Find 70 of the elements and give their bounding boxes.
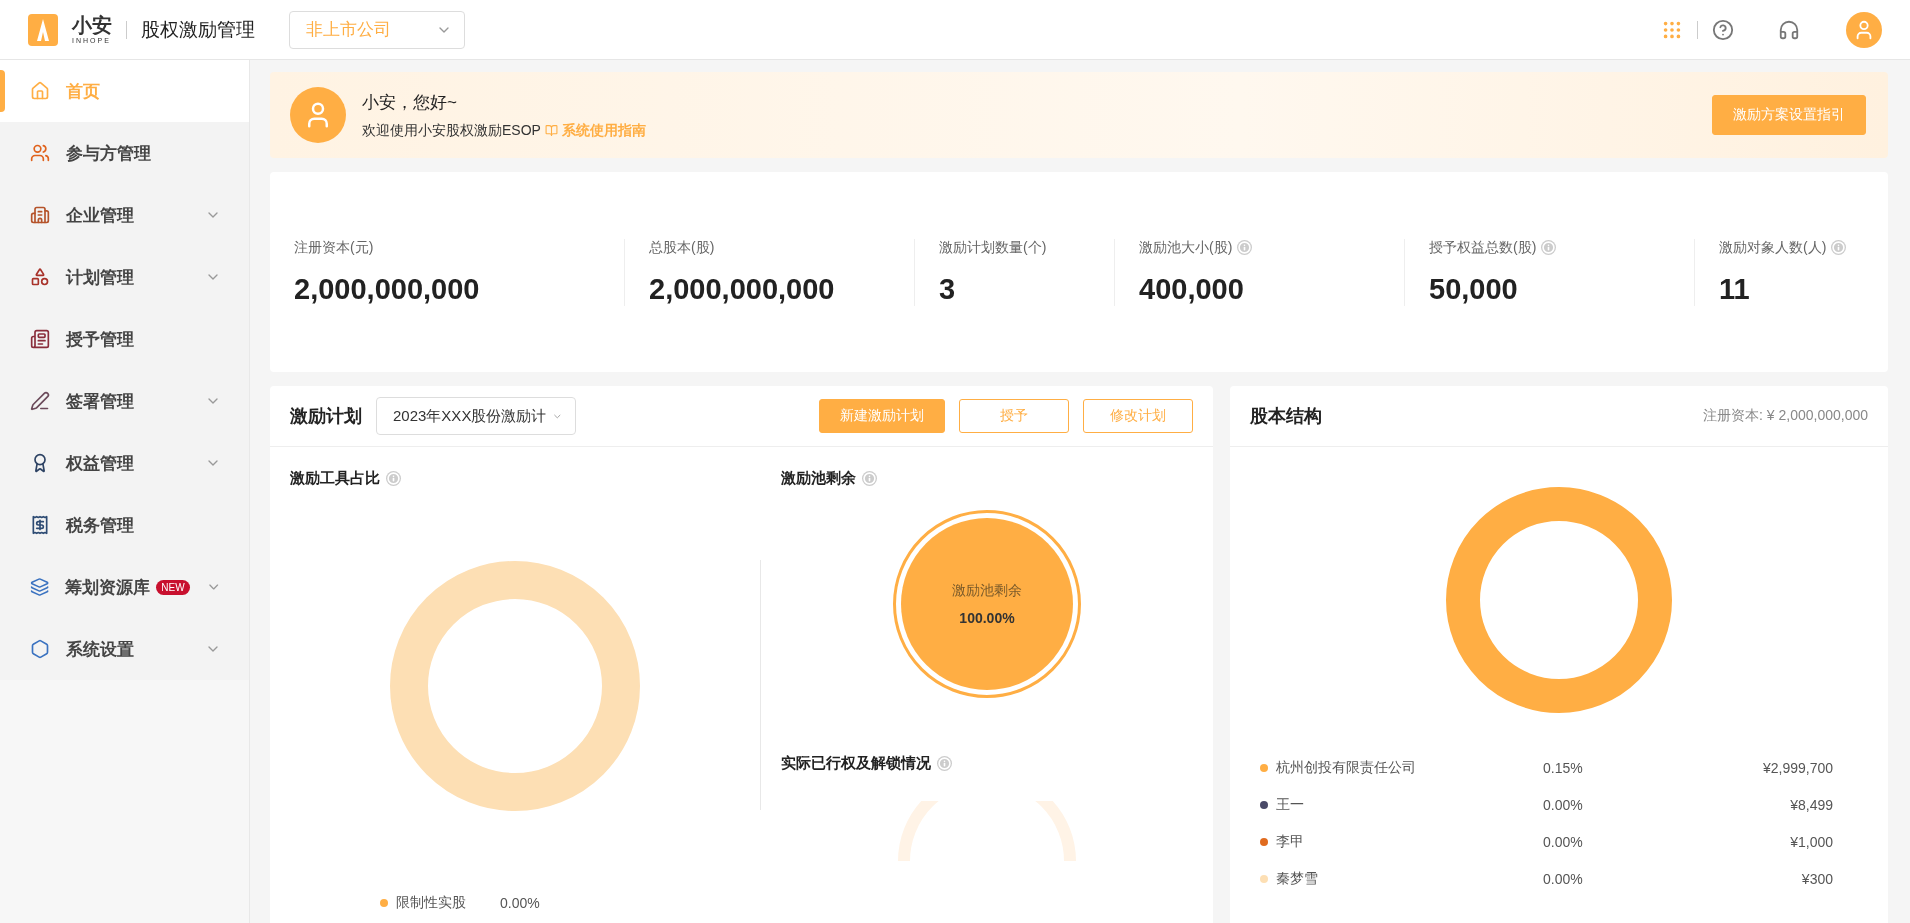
stat-label: 授予权益总数(股) bbox=[1429, 238, 1537, 257]
logo-text: 小安 bbox=[72, 15, 112, 35]
app-title: 股权激励管理 bbox=[141, 17, 255, 42]
sidebar-item[interactable]: 筹划资源库 NEW bbox=[0, 556, 249, 618]
sidebar-icon bbox=[30, 267, 50, 287]
sidebar-icon bbox=[30, 639, 50, 659]
legend-value: 0.00% bbox=[500, 895, 541, 911]
info-icon[interactable] bbox=[937, 756, 952, 771]
holder-name: 杭州创投有限责任公司 bbox=[1276, 758, 1416, 777]
sidebar-item[interactable]: 计划管理 bbox=[0, 246, 249, 308]
help-icon[interactable] bbox=[1712, 18, 1734, 41]
sidebar-item[interactable]: 企业管理 bbox=[0, 184, 249, 246]
holder-name: 秦梦雪 bbox=[1276, 869, 1318, 888]
avatar bbox=[290, 87, 346, 143]
holder-name: 王一 bbox=[1276, 795, 1304, 814]
holder-amount: ¥8,499 bbox=[1789, 796, 1833, 813]
stat-label: 激励池大小(股) bbox=[1139, 238, 1233, 257]
sidebar-item[interactable]: 授予管理 bbox=[0, 308, 249, 370]
sidebar-icon bbox=[30, 143, 50, 163]
stat-value: 400,000 bbox=[1139, 272, 1245, 306]
sidebar-icon bbox=[30, 205, 50, 225]
info-icon[interactable] bbox=[1237, 240, 1253, 255]
holder-amount: ¥2,999,700 bbox=[1761, 759, 1833, 776]
stat-value: 2,000,000,000 bbox=[649, 272, 836, 306]
info-icon[interactable] bbox=[386, 471, 401, 486]
sidebar-icon bbox=[30, 515, 50, 535]
stat-label: 激励对象人数(人) bbox=[1719, 238, 1827, 257]
logo-icon bbox=[28, 13, 58, 46]
registered-capital: 注册资本: ¥ 2,000,000,000 bbox=[1703, 407, 1868, 425]
avatar[interactable] bbox=[1846, 11, 1882, 48]
holder-percent: 0.15% bbox=[1543, 759, 1584, 776]
panel-title: 股本结构 bbox=[1250, 405, 1322, 428]
book-icon bbox=[544, 124, 558, 137]
stat-label: 激励计划数量(个) bbox=[939, 238, 1047, 257]
welcome-text: 欢迎使用小安股权激励ESOP bbox=[362, 121, 541, 140]
chart-center-value: 100.00% bbox=[959, 610, 1015, 626]
holder-amount: ¥300 bbox=[1800, 870, 1833, 887]
holder-percent: 0.00% bbox=[1543, 833, 1584, 850]
stat-value: 11 bbox=[1719, 272, 1751, 306]
headset-icon[interactable] bbox=[1778, 18, 1800, 41]
holder-name: 李甲 bbox=[1276, 832, 1304, 851]
greeting: 小安，您好~ bbox=[362, 91, 458, 114]
panel-title: 激励计划 bbox=[290, 405, 362, 428]
info-icon[interactable] bbox=[862, 471, 877, 486]
stat-value: 2,000,000,000 bbox=[294, 272, 481, 306]
holder-percent: 0.00% bbox=[1543, 796, 1584, 813]
sidebar-item[interactable]: 参与方管理 bbox=[0, 122, 249, 184]
stat-value: 3 bbox=[939, 272, 957, 306]
stat-label: 注册资本(元) bbox=[294, 238, 374, 257]
stat-value: 50,000 bbox=[1429, 272, 1519, 306]
chart-center-label: 激励池剩余 bbox=[952, 582, 1022, 600]
info-icon[interactable] bbox=[1831, 240, 1847, 255]
sidebar-icon bbox=[30, 329, 50, 349]
legend-label: 限制性实股 bbox=[396, 894, 466, 912]
section-title: 激励池剩余 bbox=[781, 469, 856, 488]
info-icon[interactable] bbox=[1541, 240, 1557, 255]
holder-amount: ¥1,000 bbox=[1789, 833, 1833, 850]
new-badge: NEW bbox=[156, 579, 190, 595]
section-title: 激励工具占比 bbox=[290, 469, 380, 488]
holder-percent: 0.00% bbox=[1543, 870, 1584, 887]
sidebar-icon bbox=[30, 391, 50, 411]
sidebar-icon bbox=[30, 577, 50, 597]
sidebar-item[interactable]: 税务管理 bbox=[0, 494, 249, 556]
stat-label: 总股本(股) bbox=[649, 238, 715, 257]
plan-select[interactable]: 2023年XXX股份激励计 bbox=[376, 397, 576, 435]
sidebar-item[interactable]: 系统设置 bbox=[0, 618, 249, 680]
sidebar-icon bbox=[30, 81, 50, 101]
sidebar-item[interactable]: 签署管理 bbox=[0, 370, 249, 432]
section-title: 实际已行权及解锁情况 bbox=[781, 754, 931, 773]
sidebar-item[interactable]: 权益管理 bbox=[0, 432, 249, 494]
